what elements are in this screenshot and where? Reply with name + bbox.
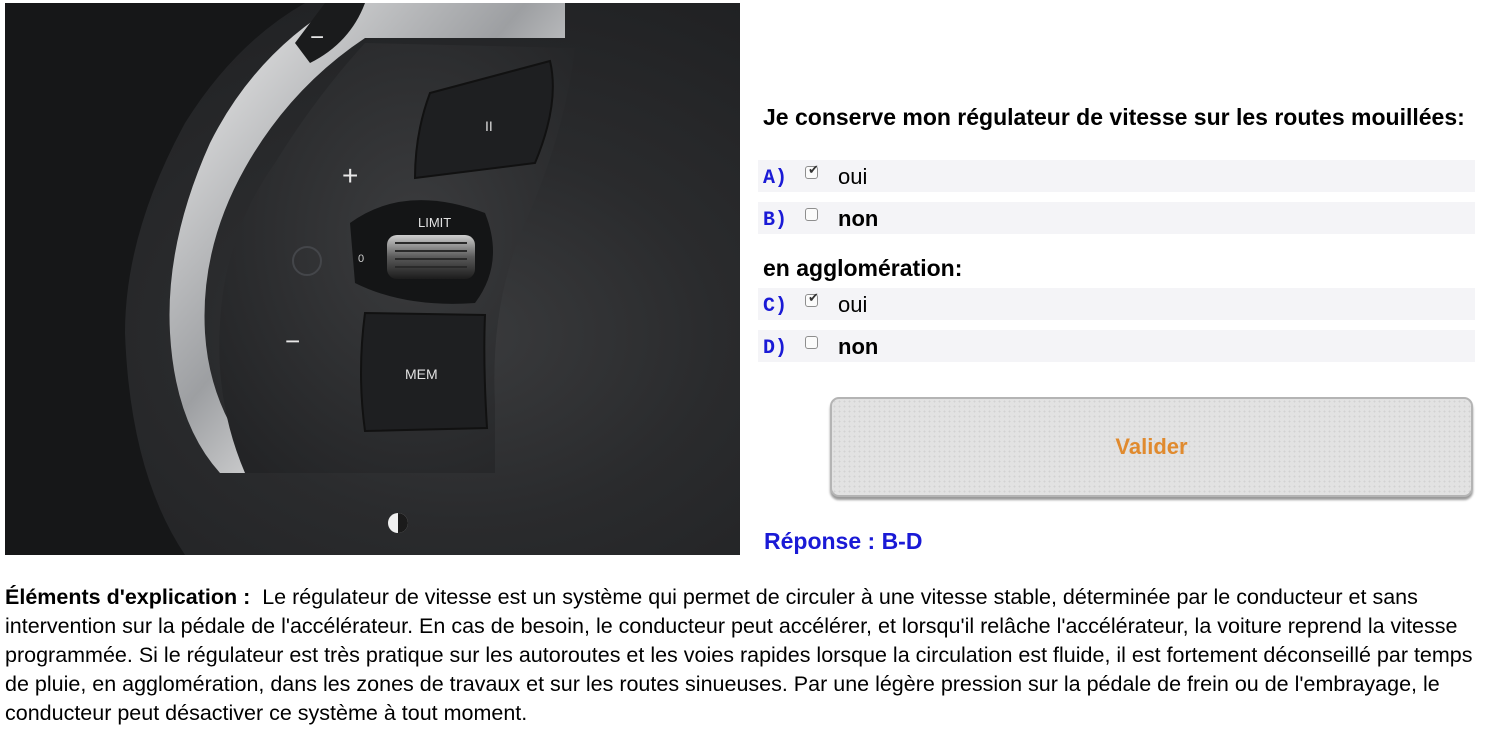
zero-label: 0	[358, 253, 364, 265]
option-label: oui	[838, 292, 868, 317]
mem-label: MEM	[405, 366, 438, 382]
question-subtitle: en agglomération:	[763, 255, 963, 281]
option-row-c[interactable]: C) ✔ oui	[758, 288, 1475, 320]
option-label: oui	[838, 164, 868, 189]
top-minus-label: −	[310, 24, 324, 51]
option-a-checkbox[interactable]: ✔	[805, 163, 819, 179]
option-label: non	[838, 334, 879, 359]
option-row-d[interactable]: D) non	[758, 330, 1475, 362]
option-letter: B)	[763, 209, 788, 232]
option-c-checkbox[interactable]: ✔	[805, 291, 819, 307]
option-row-b[interactable]: B) non	[758, 202, 1475, 234]
option-d-checkbox[interactable]	[805, 336, 818, 349]
steering-wheel-photo: + − − II LIMIT 0 MEM	[5, 3, 740, 555]
minus-label: −	[285, 326, 300, 356]
option-letter: D)	[763, 337, 788, 360]
plus-label: +	[342, 160, 358, 191]
submit-button-label: Valider	[1115, 434, 1188, 459]
submit-button[interactable]: Valider	[830, 397, 1473, 497]
steering-wheel-illustration: + − − II LIMIT 0 MEM	[5, 3, 575, 555]
limit-label: LIMIT	[418, 215, 451, 230]
option-letter: C)	[763, 295, 788, 318]
option-label: non	[838, 206, 879, 231]
pause-label: II	[485, 118, 493, 134]
answer-text: Réponse : B-D	[764, 528, 923, 554]
question-title: Je conserve mon régulateur de vitesse su…	[763, 104, 1465, 130]
option-row-a[interactable]: A) ✔ oui	[758, 160, 1475, 192]
explanation-label: Éléments d'explication :	[5, 585, 251, 609]
page: + − − II LIMIT 0 MEM Je conserve mon rég…	[0, 0, 1486, 733]
option-letter: A)	[763, 167, 788, 190]
option-b-checkbox[interactable]	[805, 208, 818, 221]
checkmark-icon: ✔	[808, 163, 819, 178]
checkmark-icon: ✔	[808, 291, 819, 306]
explanation: Éléments d'explication : Le régulateur d…	[5, 583, 1481, 728]
